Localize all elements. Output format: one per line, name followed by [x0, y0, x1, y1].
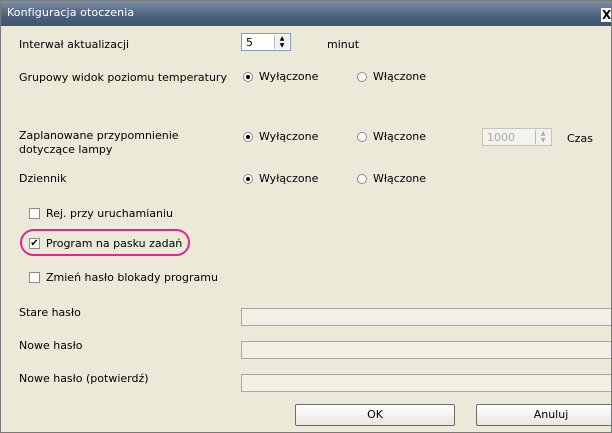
- spin-up-icon[interactable]: ▲: [275, 35, 289, 42]
- startup-log-checkbox[interactable]: Rej. przy uruchamianiu: [29, 207, 173, 220]
- group-temp-view-on-radio[interactable]: Włączone: [357, 70, 426, 83]
- radio-label: Wyłączone: [259, 70, 319, 83]
- lamp-reminder-on-radio[interactable]: Włączone: [357, 130, 426, 143]
- lamp-time-value: 1000: [487, 131, 515, 144]
- radio-unselected-icon: [357, 71, 367, 82]
- title-bar[interactable]: Konfiguracja otoczenia X: [1, 1, 611, 26]
- radio-selected-icon: [243, 173, 253, 184]
- radio-label: Wyłączone: [259, 130, 319, 143]
- spin-arrows[interactable]: ▲ ▼: [535, 130, 550, 144]
- spin-up-icon[interactable]: ▲: [536, 130, 550, 137]
- settings-dialog: Konfiguracja otoczenia X Interwał aktual…: [0, 0, 612, 433]
- log-label: Dziennik: [19, 172, 67, 185]
- radio-unselected-icon: [357, 131, 367, 142]
- checkbox-box: [29, 208, 40, 219]
- spin-arrows[interactable]: ▲ ▼: [274, 35, 289, 49]
- log-on-radio[interactable]: Włączone: [357, 172, 426, 185]
- checkbox-label: Zmień hasło blokady programu: [46, 271, 218, 284]
- old-password-field[interactable]: [241, 308, 611, 326]
- lamp-time-stepper[interactable]: 1000 ▲ ▼: [482, 128, 552, 146]
- checkbox-label: Rej. przy uruchamianiu: [46, 207, 173, 220]
- highlight-ellipse: [20, 229, 190, 256]
- new-password-label: Nowe hasło: [19, 339, 83, 352]
- update-interval-value: 5: [246, 36, 253, 49]
- spin-down-icon[interactable]: ▼: [536, 137, 550, 144]
- new-password-field[interactable]: [241, 341, 611, 359]
- update-interval-label: Interwał aktualizacji: [19, 38, 130, 51]
- cancel-button[interactable]: Anuluj: [476, 404, 611, 426]
- confirm-password-label: Nowe hasło (potwierdź): [19, 372, 149, 385]
- group-temp-view-label: Grupowy widok poziomu temperatury: [19, 71, 227, 84]
- close-icon[interactable]: X: [601, 8, 611, 22]
- radio-unselected-icon: [357, 173, 367, 184]
- lamp-reminder-off-radio[interactable]: Wyłączone: [243, 130, 318, 143]
- change-password-checkbox[interactable]: Zmień hasło blokady programu: [29, 271, 218, 284]
- group-temp-view-off-radio[interactable]: Wyłączone: [243, 70, 318, 83]
- update-interval-stepper[interactable]: 5 ▲ ▼: [241, 33, 291, 51]
- checkbox-box: [29, 272, 40, 283]
- radio-label: Włączone: [373, 130, 427, 143]
- lamp-reminder-label: Zaplanowane przypomnienie dotyczące lamp…: [19, 129, 179, 156]
- old-password-label: Stare hasło: [19, 306, 81, 319]
- update-interval-unit: minut: [327, 38, 360, 51]
- radio-selected-icon: [243, 131, 253, 142]
- log-off-radio[interactable]: Wyłączone: [243, 172, 318, 185]
- lamp-time-label: Czas: [567, 132, 593, 145]
- ok-button[interactable]: OK: [295, 404, 455, 426]
- radio-label: Wyłączone: [259, 172, 319, 185]
- confirm-password-field[interactable]: [241, 374, 611, 392]
- radio-label: Włączone: [373, 70, 427, 83]
- radio-selected-icon: [243, 71, 253, 82]
- window-title: Konfiguracja otoczenia: [7, 6, 135, 19]
- spin-down-icon[interactable]: ▼: [275, 42, 289, 49]
- radio-label: Włączone: [373, 172, 427, 185]
